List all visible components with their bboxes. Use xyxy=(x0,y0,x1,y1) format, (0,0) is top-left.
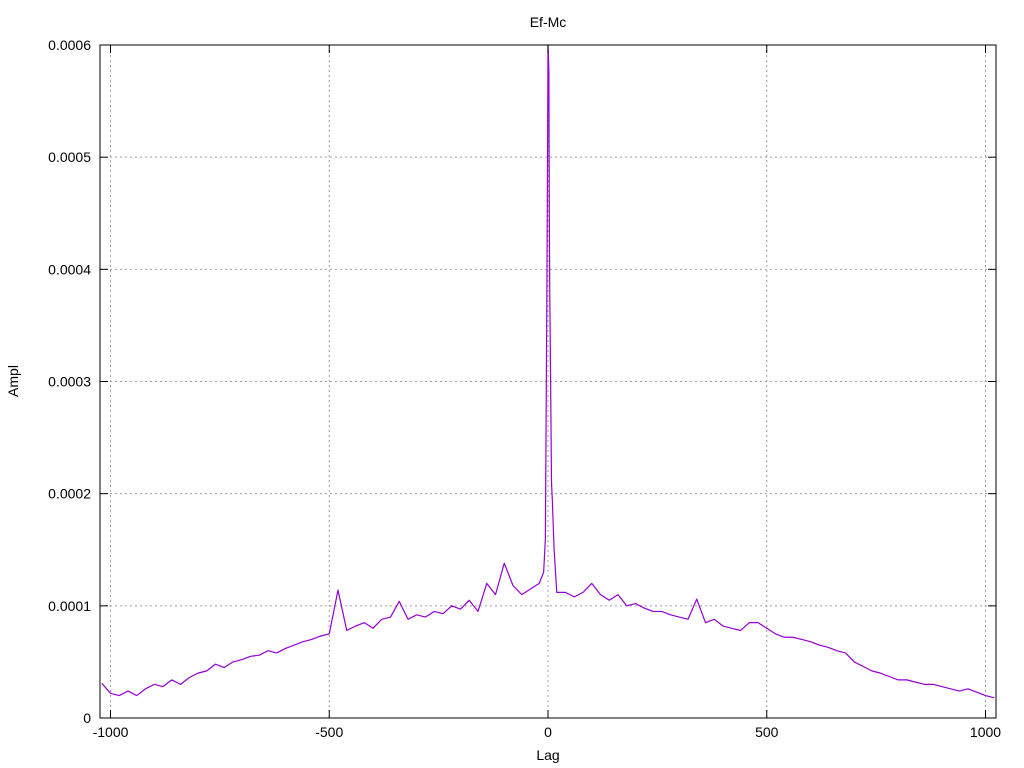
y-tick-label: 0 xyxy=(83,710,91,726)
axis-ticks: -1000 -500 0 500 1000 0 0.0001 0.0002 0.0003 0.00… xyxy=(48,37,1001,740)
y-tick-label: 0.0002 xyxy=(48,486,91,502)
x-tick-label: -500 xyxy=(315,724,343,740)
x-tick-label: 0 xyxy=(544,724,552,740)
y-tick-label: 0.0004 xyxy=(48,261,91,277)
x-tick-label: 500 xyxy=(755,724,779,740)
ampl-vs-lag-chart: Ef-Mc -1000 -500 0 500 1000 0 0.0001 0.0002 0.00… xyxy=(5,14,1001,763)
y-tick-label: 0.0003 xyxy=(48,374,91,390)
y-tick-label: 0.0005 xyxy=(48,149,91,165)
x-tick-label: -1000 xyxy=(93,724,129,740)
y-axis-title: Ampl xyxy=(5,365,21,397)
y-tick-label: 0.0001 xyxy=(48,598,91,614)
x-axis-title: Lag xyxy=(536,747,559,763)
x-tick-label: 1000 xyxy=(970,724,1001,740)
y-tick-label: 0.0006 xyxy=(48,37,91,53)
chart-title: Ef-Mc xyxy=(530,14,567,30)
